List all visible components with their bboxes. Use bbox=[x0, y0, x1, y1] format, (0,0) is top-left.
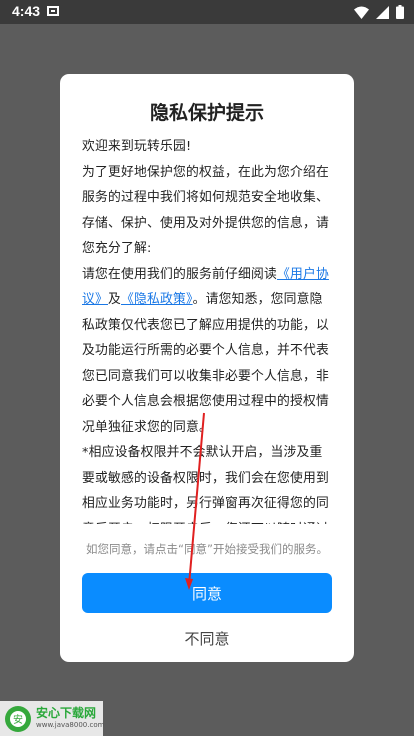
watermark: 安 安心下载网 www.java8000.com bbox=[0, 701, 105, 736]
dialog-title: 隐私保护提示 bbox=[149, 102, 264, 124]
welcome-text: 欢迎来到玩转乐园! bbox=[82, 139, 192, 154]
privacy-dialog: 隐私保护提示 欢迎来到玩转乐园! 为了更好地保护您的权益，在此为您介绍在服务的过… bbox=[60, 74, 354, 662]
policy-text: 请您在使用我们的服务前仔细阅读《用户协议》及《隐私政策》。请您知悉，您同意隐私政… bbox=[82, 262, 334, 441]
status-icons bbox=[354, 5, 404, 19]
agree-hint: 如您同意，请点击“同意”开始接受我们的服务。 bbox=[86, 542, 328, 556]
permission-text: *相应设备权限并不会默认开启，当涉及重要或敏感的设备权限时，我们会在您使用到相应… bbox=[82, 445, 329, 524]
watermark-logo-text: 安 bbox=[13, 713, 23, 726]
policy-text-rest: 。请您知悉，您同意隐私政策仅代表您已了解应用提供的功能，以及功能运行所需的必要个… bbox=[82, 292, 329, 435]
watermark-logo-icon: 安 bbox=[5, 706, 31, 732]
watermark-url: www.java8000.com bbox=[36, 721, 105, 729]
wifi-icon bbox=[354, 6, 369, 19]
notification-icon bbox=[47, 6, 59, 16]
battery-icon bbox=[396, 5, 404, 19]
policy-text-and: 及 bbox=[108, 292, 121, 307]
disagree-button[interactable]: 不同意 bbox=[60, 627, 354, 651]
agree-button[interactable]: 同意 bbox=[82, 573, 332, 613]
status-bar: 4:43 bbox=[0, 0, 414, 24]
privacy-content[interactable]: 欢迎来到玩转乐园! 为了更好地保护您的权益，在此为您介绍在服务的过程中我们将如何… bbox=[82, 134, 334, 524]
watermark-name: 安心下载网 bbox=[36, 706, 97, 720]
signal-icon bbox=[376, 5, 389, 19]
status-time: 4:43 bbox=[12, 3, 41, 19]
intro-text: 为了更好地保护您的权益，在此为您介绍在服务的过程中我们将如何规范安全地收集、存储… bbox=[82, 164, 329, 257]
policy-text-lead: 请您在使用我们的服务前仔细阅读 bbox=[82, 266, 277, 282]
privacy-policy-link[interactable]: 《隐私政策》 bbox=[121, 292, 193, 307]
